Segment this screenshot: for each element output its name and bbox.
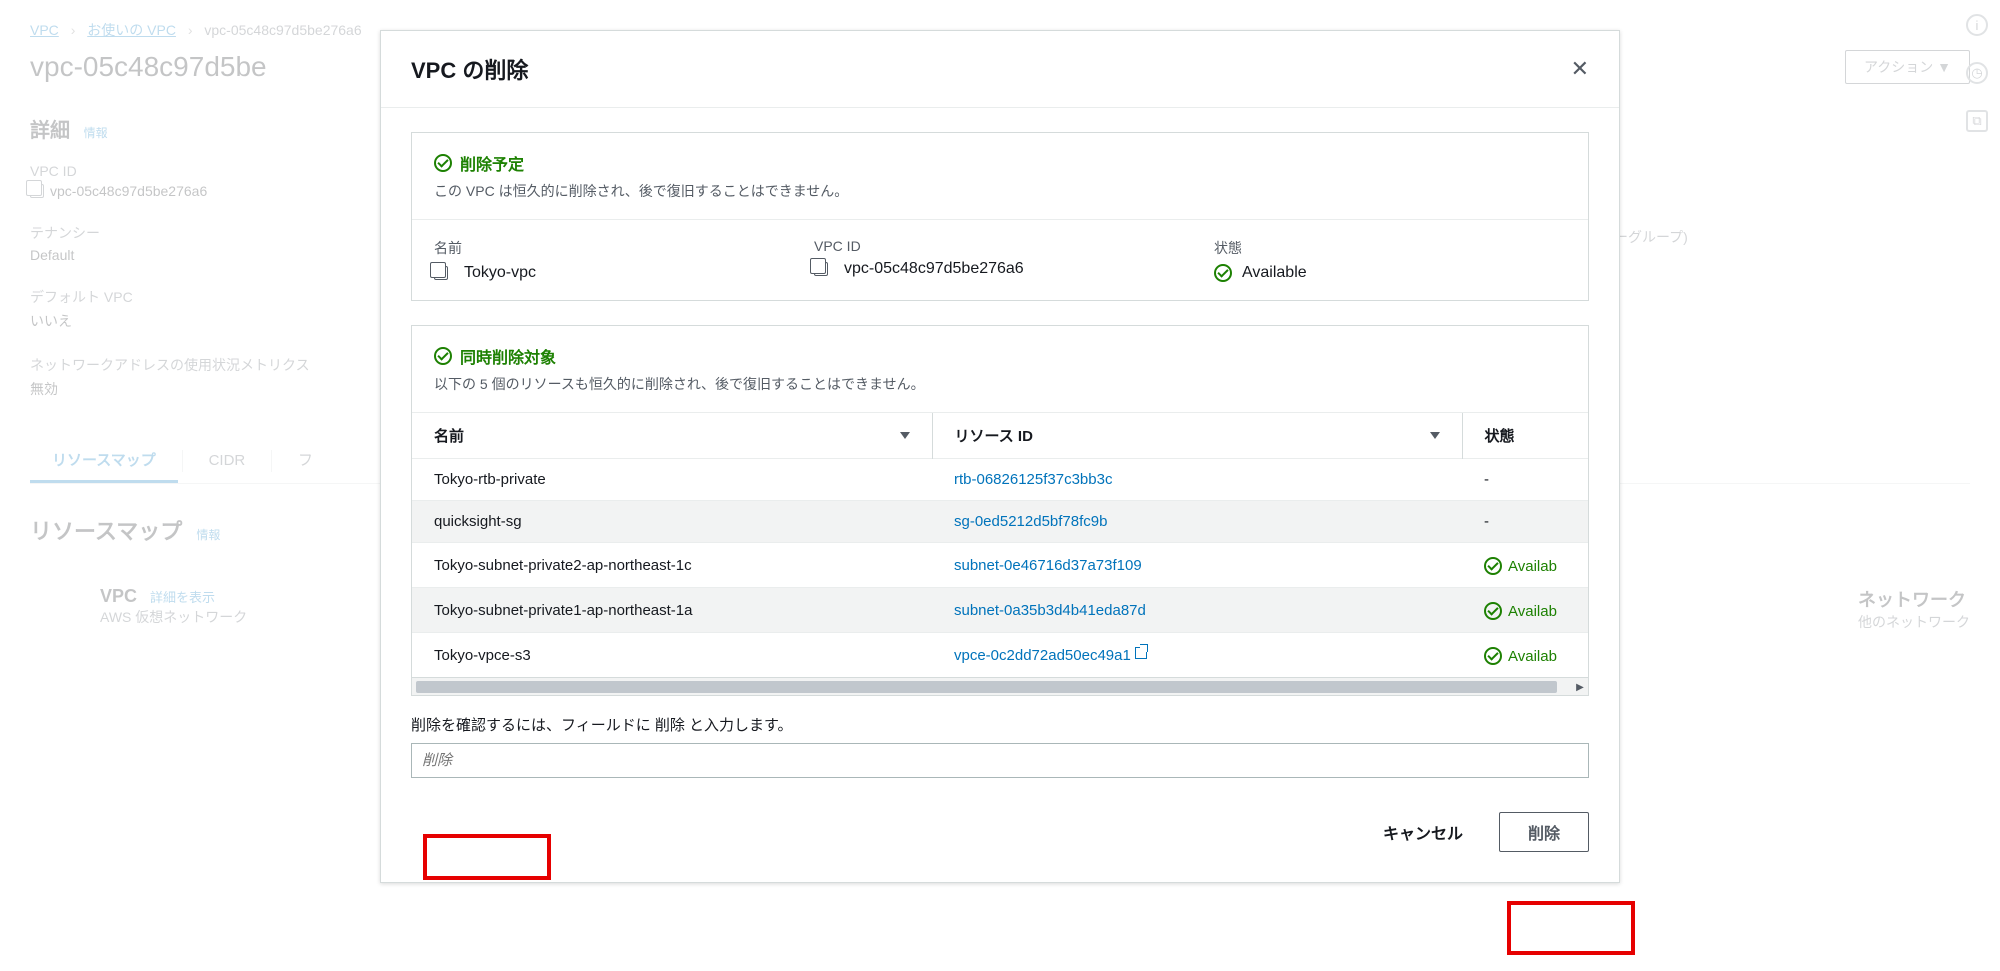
filter-icon[interactable] <box>1430 432 1440 439</box>
resource-link[interactable]: subnet-0e46716d37a73f109 <box>954 557 1142 574</box>
resource-link[interactable]: rtb-06826125f37c3bb3c <box>954 471 1112 488</box>
table-row: Tokyo-rtb-private rtb-06826125f37c3bb3c - <box>412 459 1588 501</box>
cell-name: Tokyo-rtb-private <box>412 459 932 501</box>
status-title: 削除予定 <box>460 151 524 175</box>
cell-resource-id: subnet-0a35b3d4b41eda87d <box>932 588 1462 633</box>
cell-state: Availab <box>1462 633 1588 678</box>
confirm-instruction: 削除を確認するには、フィールドに 削除 と入力します。 <box>411 714 1589 735</box>
close-button[interactable]: ✕ <box>1571 58 1589 80</box>
cell-resource-id: sg-0ed5212d5bf78fc9b <box>932 501 1462 543</box>
resource-link[interactable]: subnet-0a35b3d4b41eda87d <box>954 602 1146 619</box>
check-circle-icon <box>1214 264 1232 282</box>
cell-name: Tokyo-subnet-private2-ap-northeast-1c <box>412 543 932 588</box>
cell-name: quicksight-sg <box>412 501 932 543</box>
col-resource-id: リソース ID <box>955 425 1033 446</box>
external-link-icon <box>1135 647 1147 659</box>
check-circle-icon <box>1484 602 1502 620</box>
info-label-name: 名前 <box>434 238 814 258</box>
status-desc: 以下の 5 個のリソースも恒久的に削除され、後で復旧することはできません。 <box>434 374 1566 394</box>
cascade-delete-panel: 同時削除対象 以下の 5 個のリソースも恒久的に削除され、後で復旧することはでき… <box>411 325 1589 696</box>
table-header-row: 名前 リソース ID 状態 <box>412 413 1588 459</box>
copy-icon[interactable] <box>814 262 828 276</box>
resources-table-wrap: 名前 リソース ID 状態 Tokyo-rtb-private rtb-06826… <box>412 412 1588 695</box>
check-circle-icon <box>1484 647 1502 665</box>
scheduled-delete-panel: 削除予定 この VPC は恒久的に削除され、後で復旧することはできません。 名前… <box>411 132 1589 301</box>
check-circle-icon <box>1484 557 1502 575</box>
table-row: Tokyo-vpce-s3 vpce-0c2dd72ad50ec49a1 Avail… <box>412 633 1588 678</box>
status-desc: この VPC は恒久的に削除され、後で復旧することはできません。 <box>434 181 1566 201</box>
delete-vpc-modal: VPC の削除 ✕ 削除予定 この VPC は恒久的に削除され、後で復旧すること… <box>380 30 1620 883</box>
resources-table: 名前 リソース ID 状態 Tokyo-rtb-private rtb-06826… <box>412 412 1588 677</box>
scroll-thumb[interactable] <box>416 681 1557 693</box>
info-label-vpcid: VPC ID <box>814 238 1214 254</box>
cell-state: - <box>1462 501 1588 543</box>
check-circle-icon <box>434 154 452 172</box>
cancel-button[interactable]: キャンセル <box>1365 812 1481 852</box>
status-title: 同時削除対象 <box>460 344 556 368</box>
info-value-vpcid: vpc-05c48c97d5be276a6 <box>844 260 1024 278</box>
modal-title: VPC の削除 <box>411 53 528 85</box>
cell-state: Availab <box>1462 543 1588 588</box>
copy-icon[interactable] <box>434 266 448 280</box>
check-circle-icon <box>434 347 452 365</box>
cell-name: Tokyo-vpce-s3 <box>412 633 932 678</box>
resource-link[interactable]: vpce-0c2dd72ad50ec49a1 <box>954 647 1131 664</box>
info-value-name: Tokyo-vpc <box>464 264 536 282</box>
info-value-state: Available <box>1242 264 1307 282</box>
delete-button[interactable]: 削除 <box>1499 812 1589 852</box>
col-state: 状態 <box>1485 425 1515 446</box>
confirm-input[interactable] <box>411 743 1589 778</box>
cell-resource-id: subnet-0e46716d37a73f109 <box>932 543 1462 588</box>
col-name: 名前 <box>434 425 464 446</box>
horizontal-scrollbar[interactable]: ◀ ▶ <box>412 677 1588 695</box>
table-row: Tokyo-subnet-private2-ap-northeast-1c sub… <box>412 543 1588 588</box>
scroll-right-arrow[interactable]: ▶ <box>1574 681 1586 693</box>
info-label-state: 状態 <box>1214 238 1566 258</box>
cell-name: Tokyo-subnet-private1-ap-northeast-1a <box>412 588 932 633</box>
resource-link[interactable]: sg-0ed5212d5bf78fc9b <box>954 513 1107 530</box>
cell-state: Availab <box>1462 588 1588 633</box>
cell-resource-id: vpce-0c2dd72ad50ec49a1 <box>932 633 1462 678</box>
table-row: Tokyo-subnet-private1-ap-northeast-1a sub… <box>412 588 1588 633</box>
cell-state: - <box>1462 459 1588 501</box>
cell-resource-id: rtb-06826125f37c3bb3c <box>932 459 1462 501</box>
table-row: quicksight-sg sg-0ed5212d5bf78fc9b - <box>412 501 1588 543</box>
filter-icon[interactable] <box>900 432 910 439</box>
